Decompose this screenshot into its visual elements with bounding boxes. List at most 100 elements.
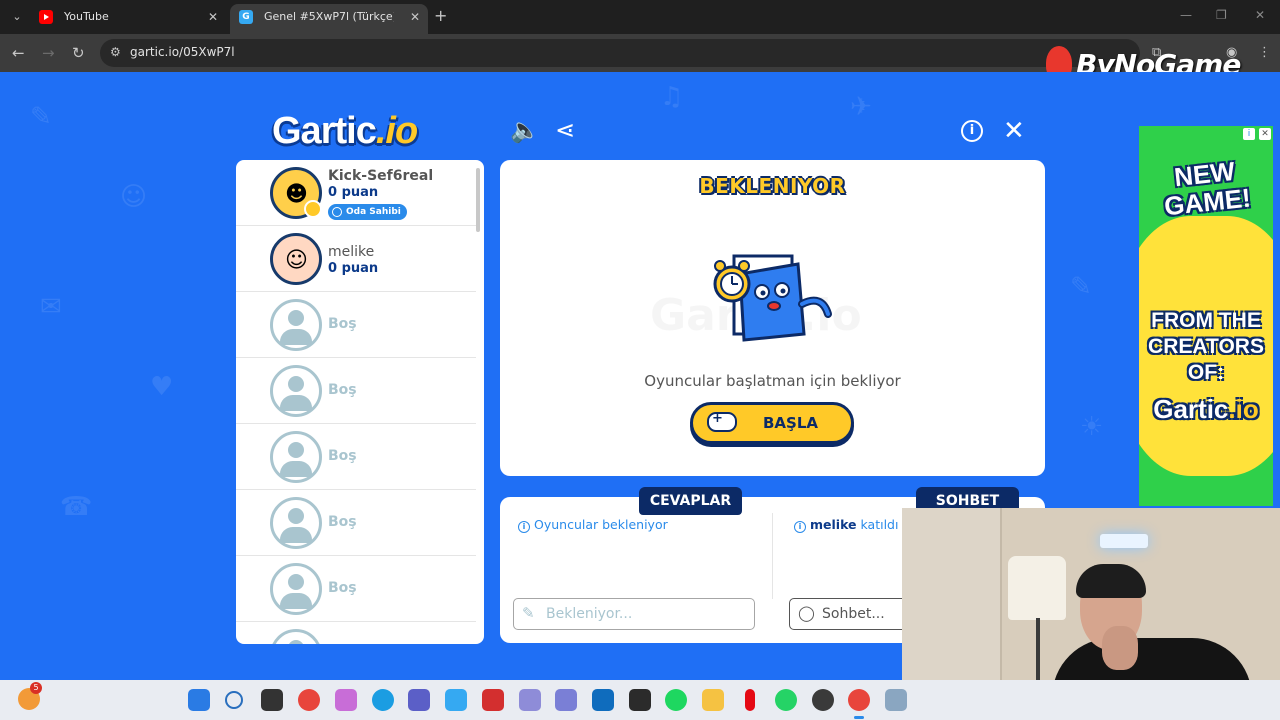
background-doodle-icon: ✉ xyxy=(40,292,62,322)
answer-input-box[interactable]: ✎ xyxy=(513,598,755,630)
streamer-hand xyxy=(1102,626,1138,670)
answers-notice: i Oyuncular bekleniyor xyxy=(518,517,668,533)
background-doodle-icon: ✎ xyxy=(30,102,52,132)
advertisement-banner[interactable]: NEW GAME! FROM THE CREATORS OF: Gartic.i… xyxy=(1139,126,1273,506)
empty-avatar-icon xyxy=(270,563,322,615)
smile-icon: ☺ xyxy=(285,248,308,273)
ad-info-icon[interactable]: i xyxy=(1243,128,1255,140)
empty-slot-label: Boş xyxy=(328,580,357,596)
tab-gartic[interactable]: G Genel #5XwP7l (Türkçe) - Gartic ✕ xyxy=(230,4,428,34)
snipping-tool-icon[interactable] xyxy=(519,689,541,711)
answers-notice-text: Oyuncular bekleniyor xyxy=(534,517,668,532)
share-icon[interactable]: ⋖ xyxy=(555,116,575,144)
weather-widget-icon[interactable]: 5 xyxy=(18,682,42,710)
obs-icon[interactable] xyxy=(812,689,834,711)
minimize-icon[interactable]: — xyxy=(1180,8,1192,22)
settings-icon[interactable] xyxy=(885,689,907,711)
teams-icon[interactable] xyxy=(408,689,430,711)
menu-icon[interactable]: ⋮ xyxy=(1258,45,1271,60)
chrome-icon[interactable] xyxy=(298,689,320,711)
browser-tab-bar: ⌄ YouTube ✕ G Genel #5XwP7l (Türkçe) - G… xyxy=(0,0,1280,34)
wall-light-icon xyxy=(1100,534,1148,548)
tab-search-chevron-icon[interactable]: ⌄ xyxy=(8,8,26,26)
player-name: Kick-Sef6real xyxy=(328,168,434,184)
info-icon[interactable]: i xyxy=(961,120,983,142)
player-list: ☻ Kick-Sef6real 0 puan Oda Sahibi ☺ meli… xyxy=(236,160,484,644)
chrome-active-icon[interactable] xyxy=(848,689,870,719)
start-button[interactable]: BAŞLA xyxy=(690,402,854,444)
forward-icon[interactable]: → xyxy=(42,44,55,62)
search-icon[interactable] xyxy=(225,691,243,709)
close-tab-icon[interactable]: ✕ xyxy=(208,4,218,30)
info-icon: i xyxy=(794,521,806,533)
player-row[interactable]: ☺ melike 0 puan xyxy=(236,226,476,292)
empty-slot xyxy=(236,622,476,644)
netflix-icon[interactable] xyxy=(745,689,755,711)
empty-slot: Boş xyxy=(236,358,476,424)
task-view-icon[interactable] xyxy=(261,689,283,711)
file-explorer-icon[interactable] xyxy=(702,689,724,711)
ad-subtitle: FROM THE CREATORS OF: xyxy=(1148,309,1264,384)
store-icon[interactable] xyxy=(629,689,651,711)
room-owner-indicator-icon xyxy=(304,200,322,218)
reload-icon[interactable]: ↻ xyxy=(72,44,85,62)
outlook-icon[interactable] xyxy=(592,689,614,711)
spotify-icon[interactable] xyxy=(665,689,687,711)
lamp-icon xyxy=(1008,556,1066,620)
logo-main-text: Gartic xyxy=(272,110,377,152)
tab-youtube[interactable]: YouTube ✕ xyxy=(30,4,226,34)
ad-logo: Gartic.io xyxy=(1139,394,1273,425)
waiting-message: Oyuncular başlatman için bekliyor xyxy=(644,372,901,390)
ad-headline: NEW GAME! xyxy=(1162,155,1253,222)
window-close-icon[interactable]: ✕ xyxy=(1255,8,1265,22)
tab-answers[interactable]: CEVAPLAR xyxy=(639,487,742,515)
player-score: 0 puan xyxy=(328,261,379,276)
panel-divider xyxy=(772,513,773,599)
empty-slot: Boş xyxy=(236,424,476,490)
ad-logo-suffix: .io xyxy=(1228,394,1259,424)
acrobat-icon[interactable] xyxy=(482,689,504,711)
empty-avatar-icon xyxy=(270,299,322,351)
copilot-icon[interactable] xyxy=(335,689,357,711)
windows-taskbar: 5 xyxy=(0,680,1280,720)
background-doodle-icon: ♫ xyxy=(660,82,684,112)
waiting-title: BEKLENIYOR xyxy=(699,174,846,198)
windows-start-icon[interactable] xyxy=(188,689,210,711)
address-bar[interactable]: ⚙ gartic.io/05XwP7l xyxy=(100,39,1140,67)
gartic-logo[interactable]: Gartic.io xyxy=(272,110,418,153)
close-tab-icon[interactable]: ✕ xyxy=(410,4,420,30)
back-icon[interactable]: ← xyxy=(12,44,25,62)
new-tab-button[interactable]: + xyxy=(434,6,447,25)
exit-icon[interactable]: ✕ xyxy=(1003,116,1025,146)
gartic-favicon-icon: G xyxy=(239,10,253,24)
site-info-icon[interactable]: ⚙ xyxy=(110,45,121,59)
restore-icon[interactable]: ❐ xyxy=(1216,8,1227,22)
empty-avatar-icon xyxy=(270,497,322,549)
empty-slot-label: Boş xyxy=(328,514,357,530)
answer-input[interactable] xyxy=(546,604,726,624)
tab-title: YouTube xyxy=(64,10,109,23)
widget-notification-count: 5 xyxy=(30,682,42,694)
youtube-favicon-icon xyxy=(39,10,53,24)
empty-slot: Boş xyxy=(236,556,476,622)
ad-close-icon[interactable]: ✕ xyxy=(1259,128,1271,140)
waiting-mascot-icon xyxy=(713,254,832,342)
azure-icon[interactable] xyxy=(445,689,467,711)
player-list-scrollbar[interactable] xyxy=(476,168,480,232)
whatsapp-icon[interactable] xyxy=(775,689,797,711)
empty-slot-label: Boş xyxy=(328,316,357,332)
url-text[interactable]: gartic.io/05XwP7l xyxy=(130,45,235,59)
player-name: melike xyxy=(328,244,375,260)
chat-notice: i melike katıldı xyxy=(794,517,898,533)
edge-icon[interactable] xyxy=(372,689,394,711)
player-row[interactable]: ☻ Kick-Sef6real 0 puan Oda Sahibi xyxy=(236,160,476,226)
player-score: 0 puan xyxy=(328,185,379,200)
chat-notice-text: katıldı xyxy=(860,517,899,532)
volume-icon[interactable]: 🔈 xyxy=(510,116,540,144)
chat-notice-user: melike xyxy=(810,517,857,532)
empty-slot-label: Boş xyxy=(328,382,357,398)
m365-icon[interactable] xyxy=(555,689,577,711)
empty-slot-label: Boş xyxy=(328,448,357,464)
player-avatar: ☺ xyxy=(270,233,322,285)
empty-avatar-icon xyxy=(270,629,322,644)
